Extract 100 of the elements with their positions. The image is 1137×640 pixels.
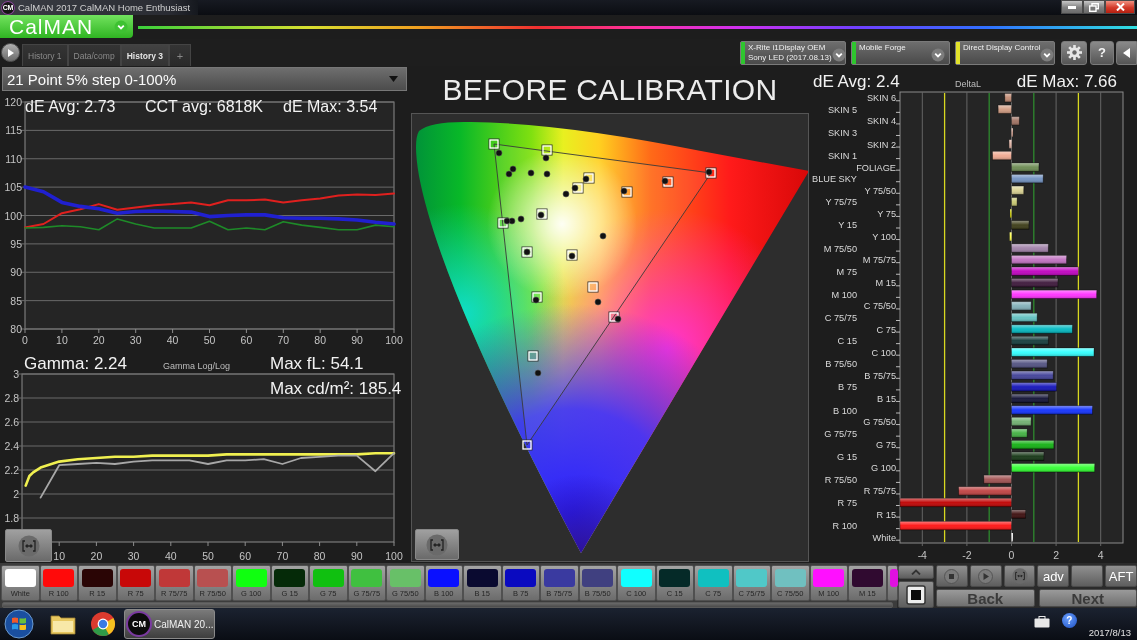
x-tick-label: 90 [351, 334, 363, 346]
close-icon [1115, 3, 1125, 11]
target-marker [527, 350, 539, 362]
tab[interactable]: Data/comp [67, 44, 121, 66]
view-button[interactable] [415, 529, 459, 560]
category-label: BLUE SKY [812, 174, 857, 185]
category-label: SKIN 4 [866, 116, 896, 127]
adv-button[interactable]: adv [1037, 565, 1070, 587]
measured-dot [599, 232, 607, 240]
category-label: C 100 [871, 347, 896, 358]
device-dropdown[interactable]: Mobile Forge [851, 40, 950, 65]
chevron-down-icon [1040, 47, 1055, 62]
chevron-up-icon [911, 569, 921, 575]
triangle-left-icon [1123, 47, 1130, 58]
category-label: C 75/75 [824, 313, 857, 323]
chevron-down-icon [831, 47, 846, 62]
nav-button[interactable]: Next [1038, 589, 1137, 607]
workflow-dropdown[interactable]: 21 Point 5% step 0-100% [2, 67, 407, 91]
y-tick-label: 90 [10, 266, 22, 279]
chevron-down-icon [931, 47, 945, 62]
clock-date: 2017/8/13 [1088, 627, 1131, 638]
stat-readout: dE Avg: 2.4 [813, 72, 900, 91]
chevron-down-icon [114, 19, 128, 34]
logo-button[interactable]: CalMAN [0, 15, 133, 38]
target-marker [621, 186, 633, 198]
browser-icon[interactable] [90, 611, 116, 637]
chart-title: DeltaL [955, 79, 981, 89]
minimize-button[interactable] [1061, 0, 1083, 14]
start-orb-icon[interactable] [4, 609, 34, 639]
category-label: M 75/50 [823, 243, 857, 254]
measured-dot [532, 296, 540, 304]
x-tick-label: 70 [276, 550, 289, 562]
category-label: SKIN 1 [827, 151, 857, 162]
category-label: M 100 [831, 289, 857, 300]
y-tick-label: 2.4 [4, 440, 19, 452]
y-tick-label: 115 [5, 124, 22, 137]
restore-button[interactable] [1083, 0, 1105, 14]
view-button[interactable] [5, 529, 52, 562]
x-tick-label: 20 [92, 334, 105, 346]
category-label: Y 15 [838, 220, 857, 231]
target-marker [587, 281, 599, 293]
stop-button[interactable] [898, 581, 934, 608]
stat-readout: dE Max: 7.66 [1016, 72, 1117, 91]
x-tick-label: 30 [127, 550, 140, 562]
target-marker [497, 217, 509, 229]
measured-dot [527, 169, 535, 177]
y-tick-label: 2.6 [4, 416, 19, 428]
tab[interactable]: History 1 [22, 44, 68, 66]
scrollbar[interactable] [2, 602, 893, 608]
x-tick-label: 60 [239, 550, 252, 562]
target-marker [531, 291, 543, 303]
gamma-readout: Gamma: 2.24 [24, 354, 127, 373]
x-tick-label: 10 [53, 550, 66, 562]
category-label: R 15 [876, 509, 896, 520]
taskbar-app-button[interactable]: CM CalMAN 20... [124, 609, 215, 639]
stat-readout: dE Max: 3.54 [283, 98, 378, 115]
category-label: B 100 [833, 405, 857, 416]
category-label: C 15 [837, 336, 857, 347]
max-luminance-readout: Max cd/m²: 185.4 [270, 379, 402, 398]
target-marker [705, 167, 717, 179]
y-tick-label: 85 [10, 294, 22, 307]
category-label: B 75 [838, 382, 857, 393]
folder-icon[interactable] [50, 613, 76, 635]
settings-button[interactable] [1061, 40, 1087, 65]
briefcase-icon[interactable] [1033, 616, 1050, 628]
nav-button[interactable]: Back [936, 589, 1035, 607]
measured-dot [620, 187, 628, 195]
app-logo: CM [128, 613, 150, 635]
view-button[interactable] [1003, 565, 1036, 587]
close-button[interactable] [1105, 0, 1135, 14]
device-dropdown[interactable]: Direct Display Control [955, 40, 1055, 65]
measured-dot [582, 175, 590, 183]
x-tick-label: 50 [203, 334, 216, 346]
x-tick-label: 2 [1053, 549, 1059, 561]
y-tick-label: 2 [13, 488, 19, 500]
up-button[interactable] [898, 565, 934, 579]
y-tick-label: 105 [4, 181, 22, 194]
play-button[interactable] [969, 565, 1002, 587]
x-tick-label: 0 [1008, 549, 1015, 561]
category-label: FOLIAGE [856, 162, 896, 173]
collapse-button[interactable] [1116, 40, 1137, 65]
x-tick-label: 60 [240, 334, 253, 346]
bracket-arrows-icon [17, 534, 40, 557]
category-label: C 75/50 [863, 301, 896, 312]
bracket-arrows-icon [1011, 568, 1028, 584]
x-tick-label: 40 [166, 334, 179, 346]
add-tab-button[interactable]: + [169, 44, 192, 66]
tray-help-icon[interactable]: ? [1061, 613, 1077, 628]
measured-dot [542, 154, 550, 162]
device-dropdown[interactable]: X-Rite i1Display OEM Sony LED (2017.08.13) [740, 40, 846, 65]
x-tick-label: 0 [22, 334, 28, 346]
restore-icon [1089, 2, 1099, 12]
expand-button[interactable] [1, 43, 20, 62]
x-tick-label: 80 [314, 334, 327, 346]
caret-down-icon [389, 76, 398, 82]
measured-dot [661, 177, 669, 185]
tab[interactable]: History 3 [120, 44, 170, 66]
help-button[interactable]: ? [1090, 40, 1114, 65]
category-label: Y 75/75 [825, 197, 857, 208]
aft-button[interactable]: AFT [1105, 565, 1137, 587]
